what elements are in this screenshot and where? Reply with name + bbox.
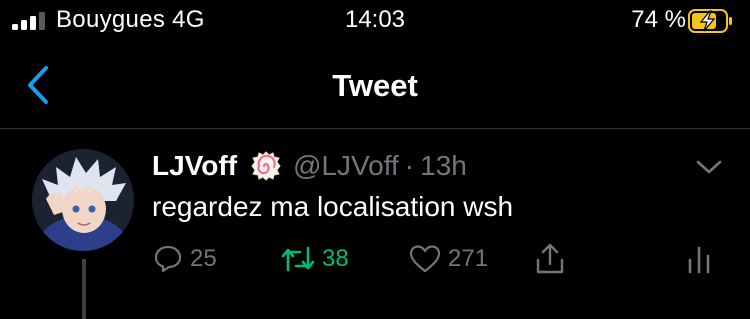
status-bar: Bouygues 4G 14:03 74 % — [0, 0, 750, 44]
separator-dot: · — [404, 150, 415, 181]
page-title: Tweet — [332, 68, 418, 103]
battery-percent: 74 % — [631, 6, 686, 33]
reply-count: 25 — [190, 245, 217, 272]
tweet-actions: 25 38 271 — [152, 239, 722, 279]
share-button[interactable] — [534, 239, 566, 279]
like-count: 271 — [448, 245, 489, 272]
analytics-button[interactable] — [686, 239, 712, 279]
chevron-down-icon[interactable] — [696, 159, 722, 175]
thread-line — [82, 259, 86, 319]
fish-cake-icon — [251, 151, 281, 181]
retweet-count: 38 — [322, 245, 349, 272]
reply-button[interactable]: 25 — [152, 239, 217, 279]
retweet-button[interactable]: 38 — [280, 239, 349, 279]
nav-bar: Tweet — [0, 44, 750, 129]
tweet-text: regardez ma localisation wsh — [152, 191, 514, 222]
user-handle[interactable]: @LJVoff — [293, 150, 399, 182]
battery-charging-icon — [688, 9, 732, 33]
heart-icon — [409, 245, 441, 273]
avatar[interactable] — [32, 149, 134, 251]
tweet-time: 13h — [420, 150, 467, 181]
reply-icon — [154, 245, 182, 273]
tweet[interactable]: LJVoff @LJVoff · 13h regardez ma localis… — [0, 129, 750, 319]
retweet-icon — [281, 246, 315, 272]
share-icon — [536, 243, 564, 274]
analytics-icon — [688, 246, 710, 274]
tweet-header: LJVoff @LJVoff · 13h — [152, 149, 467, 183]
display-name[interactable]: LJVoff — [152, 150, 237, 182]
like-button[interactable]: 271 — [408, 239, 488, 279]
